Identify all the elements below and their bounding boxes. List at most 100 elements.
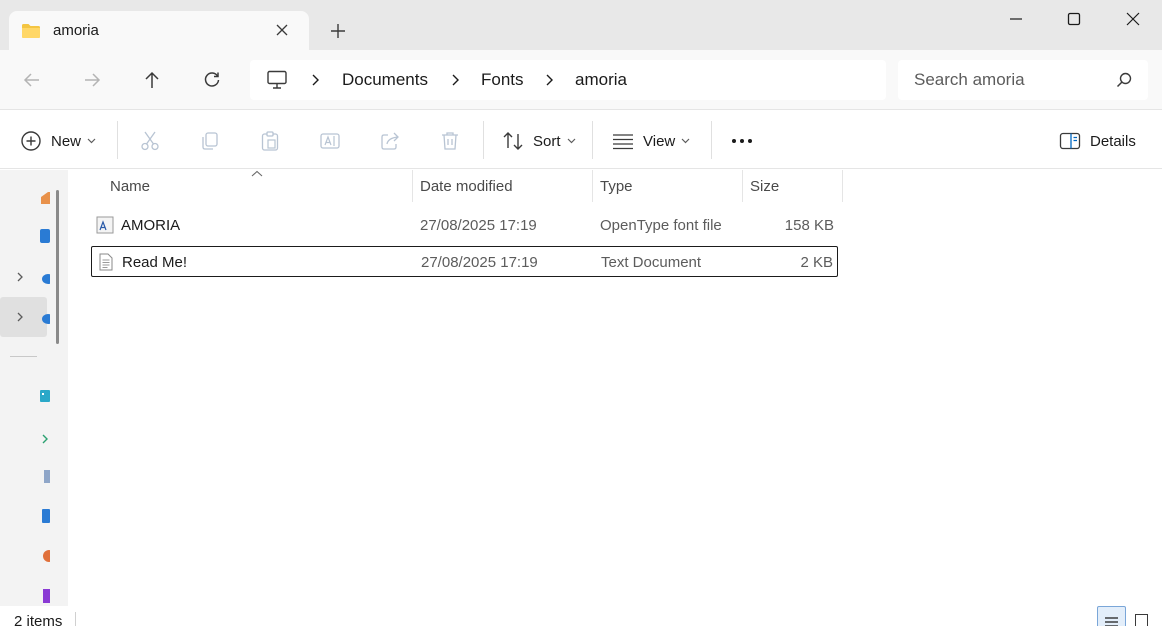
chevron-right-icon[interactable]: [14, 271, 26, 283]
close-tab-icon[interactable]: [273, 21, 291, 39]
minimize-button[interactable]: [993, 6, 1039, 32]
desktop-icon[interactable]: [40, 389, 50, 403]
column-divider[interactable]: [412, 170, 413, 202]
chevron-down-icon: [681, 138, 690, 144]
file-list[interactable]: Name Date modified Type Size AMORIA 27/0…: [68, 170, 1162, 606]
breadcrumb-documents[interactable]: Documents: [342, 70, 428, 90]
column-divider[interactable]: [842, 170, 843, 202]
file-row[interactable]: AMORIA 27/08/2025 17:19 OpenType font fi…: [91, 210, 838, 241]
file-type: OpenType font file: [600, 217, 722, 234]
details-label: Details: [1090, 132, 1136, 150]
title-bar: amoria: [0, 0, 1162, 50]
column-header-type[interactable]: Type: [600, 170, 633, 202]
column-header-name[interactable]: Name: [110, 170, 150, 202]
tab-amoria[interactable]: amoria: [9, 11, 309, 50]
breadcrumb-amoria[interactable]: amoria: [575, 70, 627, 90]
gallery-icon[interactable]: [40, 229, 50, 243]
cut-icon: [141, 131, 159, 151]
this-pc-icon[interactable]: [266, 70, 288, 90]
cut-button[interactable]: [139, 128, 161, 154]
navpane-scrollbar[interactable]: [56, 190, 59, 344]
maximize-icon: [1067, 12, 1081, 26]
delete-button[interactable]: [439, 128, 461, 154]
font-file-icon: [96, 216, 114, 234]
view-label: View: [643, 132, 676, 150]
navigation-bar: Documents Fonts amoria: [0, 50, 1162, 110]
forward-button[interactable]: [80, 68, 104, 92]
chevron-right-icon[interactable]: [309, 73, 321, 87]
navpane-divider: [10, 356, 37, 357]
folder-icon: [22, 24, 40, 38]
navigation-pane[interactable]: [0, 170, 68, 606]
refresh-button[interactable]: [200, 68, 224, 92]
status-divider: [75, 612, 76, 626]
chevron-down-icon: [87, 138, 96, 144]
trash-icon: [442, 132, 458, 150]
arrow-right-icon: [85, 73, 101, 87]
toolbar-divider: [711, 121, 712, 159]
onedrive-icon[interactable]: [40, 271, 50, 285]
chevron-right-icon[interactable]: [14, 311, 26, 323]
file-type: Text Document: [601, 254, 702, 271]
minimize-icon: [1010, 18, 1022, 20]
back-button[interactable]: [20, 68, 44, 92]
column-header-date[interactable]: Date modified: [420, 170, 513, 202]
file-name: AMORIA: [121, 217, 181, 234]
view-button[interactable]: View: [612, 128, 690, 154]
rename-button[interactable]: [319, 128, 341, 154]
documents-icon[interactable]: [40, 469, 50, 483]
toolbar-divider: [483, 121, 484, 159]
address-bar[interactable]: Documents Fonts amoria: [250, 60, 886, 100]
copy-icon: [202, 132, 218, 150]
chevron-right-icon[interactable]: [543, 73, 555, 87]
close-window-button[interactable]: [1110, 6, 1156, 32]
more-options-button[interactable]: [731, 128, 753, 154]
search-icon[interactable]: [1116, 72, 1132, 88]
new-tab-icon[interactable]: [328, 21, 348, 41]
share-button[interactable]: [379, 128, 401, 154]
arrow-up-icon: [145, 71, 159, 88]
videos-icon[interactable]: [40, 589, 50, 603]
new-label: New: [51, 132, 82, 150]
file-date-modified: 27/08/2025 17:19: [421, 254, 538, 271]
file-name: Read Me!: [122, 254, 188, 271]
onedrive-icon[interactable]: [40, 311, 50, 325]
arrow-left-icon: [23, 73, 39, 87]
details-view-button[interactable]: [1097, 606, 1126, 626]
home-icon[interactable]: [40, 190, 50, 204]
add-circle-icon: [21, 131, 41, 151]
file-date-modified: 27/08/2025 17:19: [420, 217, 537, 234]
more-icon: [732, 139, 752, 143]
file-row[interactable]: Read Me! 27/08/2025 17:19 Text Document …: [91, 246, 838, 277]
search-box[interactable]: [898, 60, 1148, 100]
large-icons-view-button[interactable]: [1135, 614, 1148, 626]
status-bar: 2 items: [0, 606, 1162, 626]
details-pane-button[interactable]: Details: [1059, 128, 1136, 154]
item-count: 2 items: [14, 613, 63, 626]
tab-title: amoria: [53, 22, 99, 39]
column-divider[interactable]: [742, 170, 743, 202]
up-button[interactable]: [140, 68, 164, 92]
toolbar-divider: [592, 121, 593, 159]
copy-button[interactable]: [199, 128, 221, 154]
chevron-right-icon[interactable]: [449, 73, 461, 87]
file-size: 158 KB: [784, 217, 834, 234]
paste-button[interactable]: [259, 128, 281, 154]
search-input[interactable]: [914, 68, 1104, 92]
new-button[interactable]: New: [20, 128, 96, 154]
column-header-size[interactable]: Size: [750, 170, 779, 202]
column-divider[interactable]: [592, 170, 593, 202]
sort-ascending-icon: [251, 170, 263, 177]
details-view-icon: [1105, 617, 1118, 626]
breadcrumb-fonts[interactable]: Fonts: [481, 70, 524, 90]
maximize-button[interactable]: [1051, 6, 1097, 32]
pictures-icon[interactable]: [40, 509, 50, 523]
refresh-icon: [204, 72, 220, 87]
paste-icon: [261, 131, 279, 151]
chevron-down-icon: [567, 138, 575, 144]
rename-icon: [320, 133, 340, 149]
text-document-icon: [99, 253, 113, 271]
music-icon[interactable]: [40, 549, 50, 563]
downloads-icon[interactable]: [40, 433, 50, 447]
sort-button[interactable]: Sort: [502, 128, 576, 154]
